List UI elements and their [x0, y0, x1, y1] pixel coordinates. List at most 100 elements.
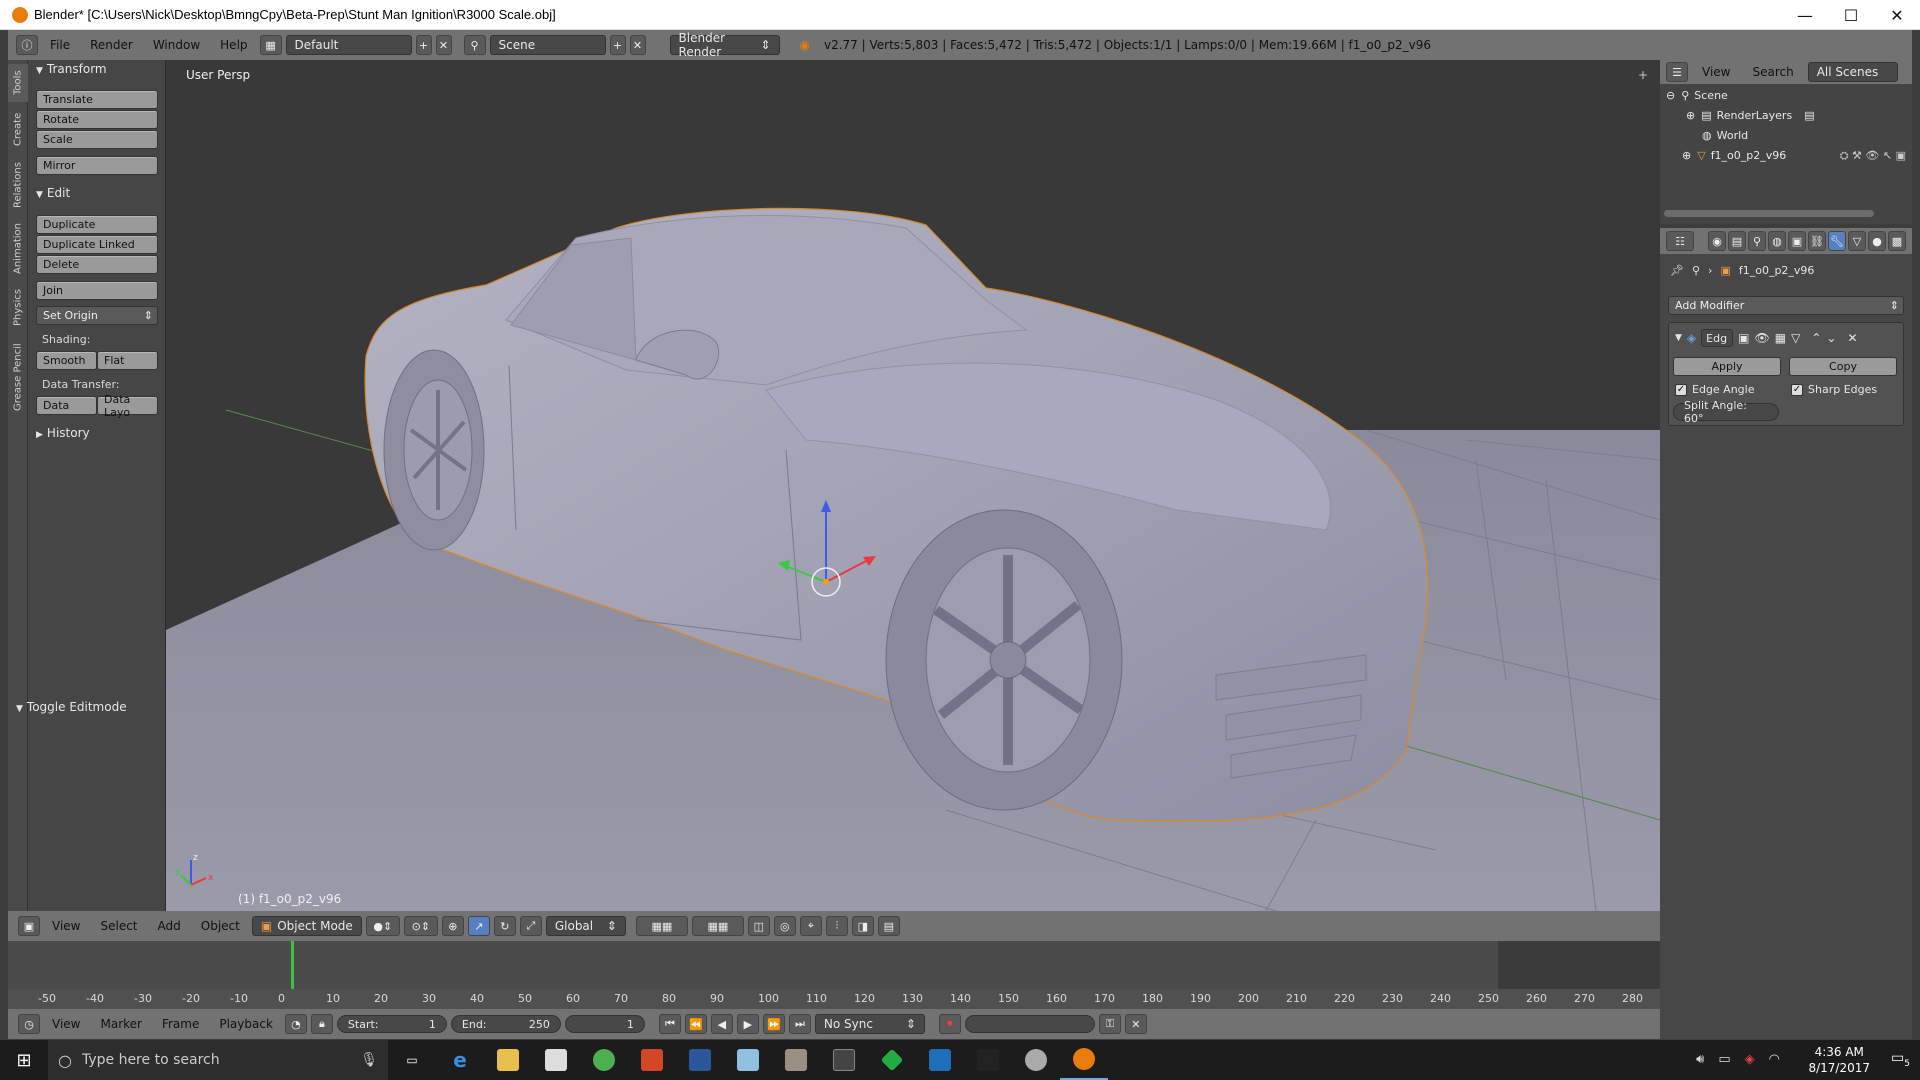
- snap-toggle-icon[interactable]: ⌖: [799, 916, 822, 936]
- app-green-icon[interactable]: [868, 1040, 916, 1080]
- expand-modifier-icon[interactable]: ▼: [1675, 333, 1682, 343]
- record-keyframe-icon[interactable]: ⏺: [938, 1014, 961, 1034]
- add-scene-icon[interactable]: +: [609, 35, 626, 55]
- editor-type-timeline-icon[interactable]: ◷: [18, 1014, 40, 1034]
- flat-shading-button[interactable]: Flat: [97, 351, 158, 370]
- translate-button[interactable]: Translate: [36, 90, 158, 109]
- file-explorer-icon[interactable]: [484, 1040, 532, 1080]
- app-grey-icon[interactable]: [1012, 1040, 1060, 1080]
- scene-selector[interactable]: Scene: [489, 35, 606, 55]
- app-black-icon[interactable]: [964, 1040, 1012, 1080]
- outliner-menu-view[interactable]: View: [1694, 65, 1738, 79]
- menu-file[interactable]: File: [42, 38, 78, 52]
- outliner-scrollbar[interactable]: [1664, 210, 1874, 217]
- texture-tab-icon[interactable]: ▩: [1888, 231, 1906, 251]
- edit-panel-header[interactable]: ▼ Edit: [36, 186, 70, 200]
- pivot-point-icon[interactable]: ⊙⇕: [403, 916, 438, 936]
- tab-create[interactable]: Create: [8, 106, 28, 152]
- constraints-tab-icon[interactable]: ⛓: [1808, 231, 1826, 251]
- object-tab-icon[interactable]: ▣: [1788, 231, 1806, 251]
- app-blue-icon[interactable]: [916, 1040, 964, 1080]
- volume-icon[interactable]: 🔊︎: [1696, 1052, 1704, 1067]
- move-down-icon[interactable]: ⌄: [1826, 331, 1836, 345]
- render-toggle-icon[interactable]: ▣: [1738, 331, 1749, 345]
- duplicate-button[interactable]: Duplicate: [36, 215, 158, 234]
- transform-orientation-selector[interactable]: Global ⇕: [545, 916, 626, 936]
- sharp-edges-checkbox[interactable]: ✓ Sharp Edges: [1791, 383, 1877, 396]
- pin-icon[interactable]: 📌︎: [1670, 264, 1684, 277]
- manipulator-toggle-icon[interactable]: ⊕: [441, 916, 464, 936]
- taskbar-search[interactable]: ○ Type here to search 🎙︎: [48, 1040, 388, 1080]
- outliner-item-renderlayers[interactable]: ⊕ ▤ RenderLayers ▤: [1660, 106, 1912, 125]
- jump-end-icon[interactable]: ⏭: [788, 1014, 811, 1034]
- data-transfer-button[interactable]: Data: [36, 396, 97, 415]
- antivirus-icon[interactable]: ◈: [1745, 1052, 1755, 1067]
- menu-frame[interactable]: Frame: [154, 1017, 207, 1031]
- sync-mode-selector[interactable]: No Sync ⇕: [814, 1014, 925, 1034]
- menu-help[interactable]: Help: [212, 38, 255, 52]
- task-view-icon[interactable]: ▭: [388, 1040, 436, 1080]
- duplicate-linked-button[interactable]: Duplicate Linked: [36, 235, 158, 254]
- viewport-toggle-icon[interactable]: 👁︎: [1755, 331, 1770, 345]
- minimize-button[interactable]: —: [1782, 0, 1828, 30]
- outliner-item-scene[interactable]: ⊖ ⚲ Scene: [1660, 86, 1912, 105]
- remove-scene-icon[interactable]: ✕: [629, 35, 646, 55]
- renderlayers-tab-icon[interactable]: ▤: [1728, 231, 1746, 251]
- start-frame-field[interactable]: Start: 1: [336, 1015, 447, 1033]
- lock-layers-icon[interactable]: ◫: [747, 916, 770, 936]
- delete-button[interactable]: Delete: [36, 255, 158, 274]
- scale-manipulator-icon[interactable]: ⤢: [519, 916, 542, 936]
- jump-start-icon[interactable]: ⏮: [658, 1014, 681, 1034]
- snap-element-icon[interactable]: ⫶: [825, 916, 848, 936]
- menu-select[interactable]: Select: [92, 919, 145, 933]
- opengl-render-icon[interactable]: ▤: [877, 916, 900, 936]
- chrome-icon[interactable]: [580, 1040, 628, 1080]
- play-icon[interactable]: ▶: [736, 1014, 759, 1034]
- translate-manipulator-icon[interactable]: ↗: [467, 916, 490, 936]
- menu-view[interactable]: View: [44, 919, 88, 933]
- render-engine-selector[interactable]: Blender Render ⇕: [669, 31, 780, 59]
- wifi-icon[interactable]: ◠: [1769, 1052, 1780, 1067]
- scene-icon[interactable]: ⚲: [463, 35, 486, 55]
- render-tab-icon[interactable]: ◉: [1708, 231, 1726, 251]
- render-icon[interactable]: ◨: [851, 916, 874, 936]
- material-tab-icon[interactable]: ●: [1868, 231, 1886, 251]
- modifier-name-field[interactable]: Edg: [1701, 329, 1734, 347]
- add-modifier-dropdown[interactable]: Add Modifier ⇕: [1668, 296, 1904, 315]
- 3d-viewport[interactable]: z x y User Persp (1) f1_o0_p2_v96 +: [166, 60, 1660, 911]
- scale-button[interactable]: Scale: [36, 130, 158, 149]
- editor-type-info-icon[interactable]: ⓘ: [16, 35, 38, 55]
- app-dark-icon[interactable]: [820, 1040, 868, 1080]
- data-layout-button[interactable]: Data Layo: [97, 393, 158, 419]
- cage-toggle-icon[interactable]: ▽: [1791, 331, 1800, 345]
- maximize-button[interactable]: ☐: [1828, 0, 1874, 30]
- remove-layout-icon[interactable]: ✕: [435, 35, 452, 55]
- tab-relations[interactable]: Relations: [8, 156, 28, 214]
- microphone-icon[interactable]: 🎙︎: [360, 1052, 378, 1068]
- viewport-expand-icon[interactable]: +: [1638, 68, 1652, 82]
- rotate-manipulator-icon[interactable]: ↻: [493, 916, 516, 936]
- menu-object[interactable]: Object: [193, 919, 248, 933]
- editor-type-outliner-icon[interactable]: ☰: [1666, 62, 1688, 82]
- lock-time-icon[interactable]: 🔒︎: [310, 1014, 333, 1034]
- jump-keyframe-forward-icon[interactable]: ⏩: [762, 1014, 785, 1034]
- editmode-toggle-icon[interactable]: ▦: [1775, 331, 1786, 345]
- editor-type-properties-icon[interactable]: ☷: [1666, 231, 1694, 251]
- gimp-icon[interactable]: [772, 1040, 820, 1080]
- copy-modifier-button[interactable]: Copy: [1789, 357, 1897, 376]
- tab-tools[interactable]: Tools: [8, 64, 28, 102]
- set-origin-dropdown[interactable]: Set Origin ⇕: [36, 306, 158, 325]
- preview-range-icon[interactable]: ◔: [284, 1014, 307, 1034]
- layers-grid-2-icon[interactable]: ▦▦: [691, 916, 744, 936]
- split-angle-field[interactable]: Split Angle: 60°: [1673, 399, 1779, 425]
- layers-grid-1-icon[interactable]: ▦▦: [635, 916, 688, 936]
- close-button[interactable]: ✕: [1874, 0, 1920, 30]
- join-button[interactable]: Join: [36, 281, 158, 300]
- delete-keyframe-icon[interactable]: ✕: [1124, 1014, 1147, 1034]
- viewport-shading-icon[interactable]: ●⇕: [365, 916, 400, 936]
- outliner-menu-search[interactable]: Search: [1744, 65, 1801, 79]
- object-restrict-icons[interactable]: ⛭ ⚒ 👁︎ ↖ ▣: [1840, 149, 1906, 163]
- outliner-item-world[interactable]: ◍ World: [1660, 126, 1912, 145]
- timeline-ruler[interactable]: -50 -40 -30 -20 -10 0 10 20 30 40 50 60 70 80 90 100 110…: [8, 989, 1660, 1009]
- world-tab-icon[interactable]: ◍: [1768, 231, 1786, 251]
